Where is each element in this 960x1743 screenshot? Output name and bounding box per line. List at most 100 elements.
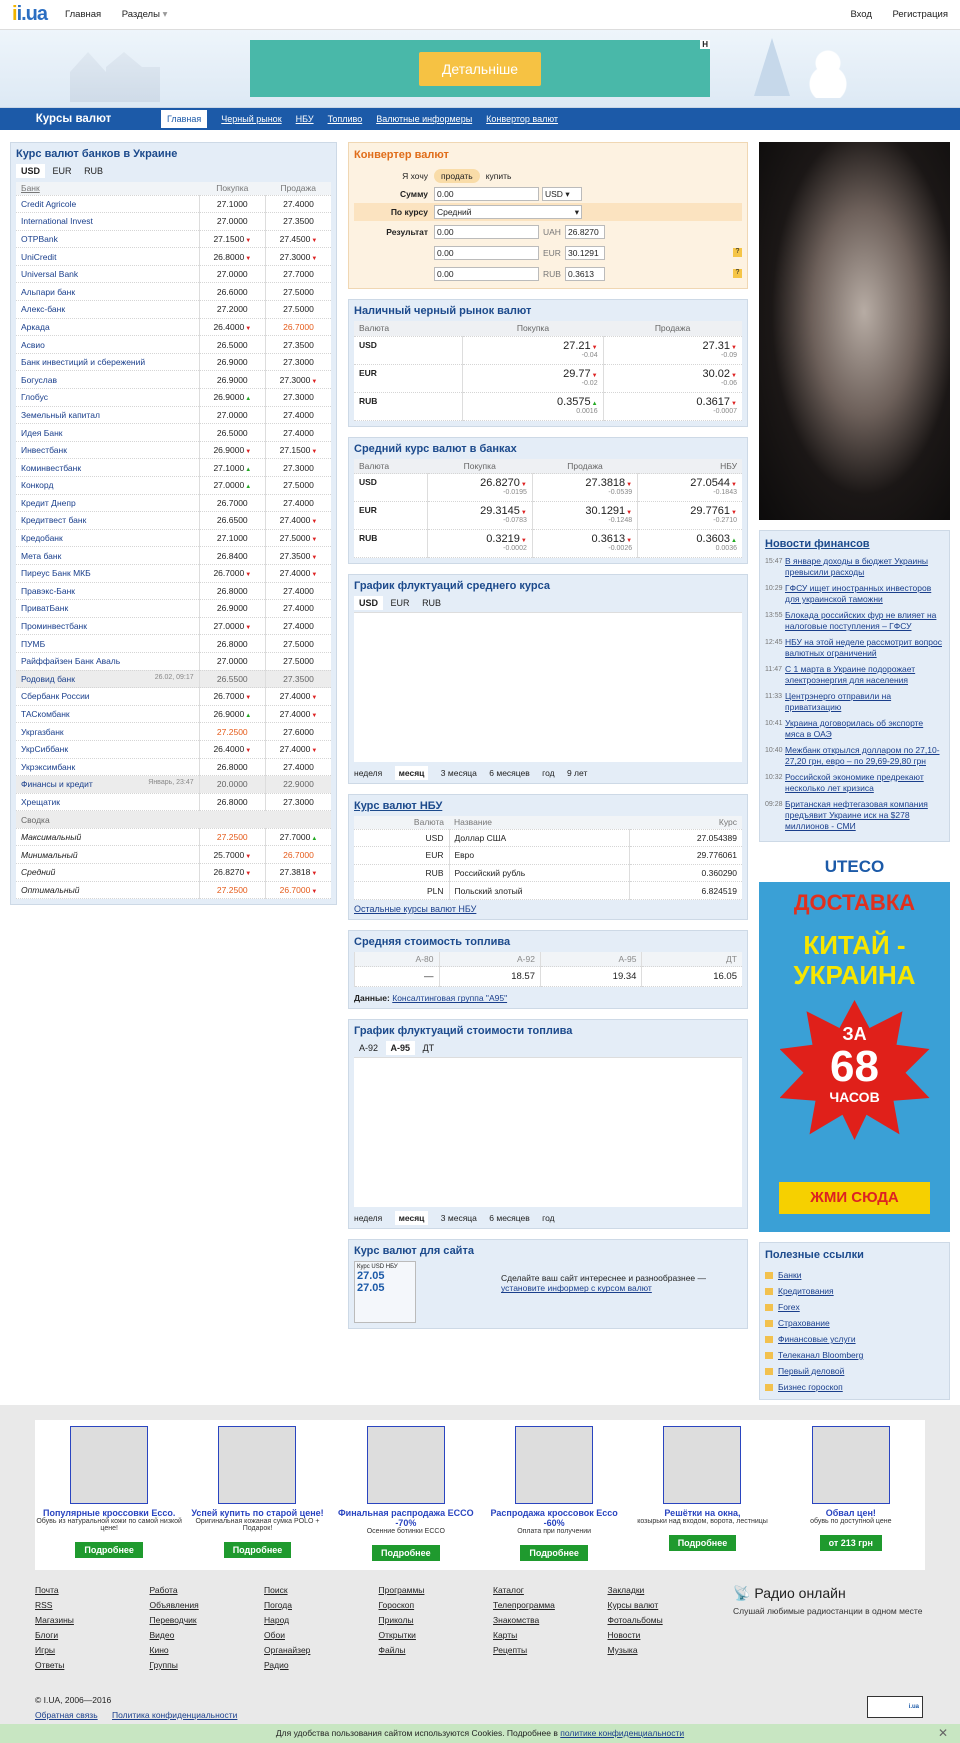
footer-link[interactable]: Ответы — [35, 1660, 64, 1670]
footer-link[interactable]: Файлы — [379, 1645, 406, 1655]
footer-link[interactable]: Гороскоп — [379, 1600, 415, 1610]
ad-image[interactable] — [515, 1426, 594, 1504]
bank-name[interactable]: УкрСиббанк — [16, 740, 200, 759]
period-3m[interactable]: 3 месяца — [441, 768, 477, 778]
period-6m[interactable]: 6 месяцев — [489, 768, 530, 778]
footer-link[interactable]: Новости — [608, 1630, 641, 1640]
bank-name[interactable]: Кредитвест банк — [16, 511, 200, 530]
bank-name[interactable]: Земельный капитал — [16, 406, 200, 425]
tab-fuel[interactable]: Топливо — [328, 114, 363, 124]
informer-preview[interactable]: Курс USD НБУ 27.05 27.05 — [354, 1261, 416, 1324]
bank-name[interactable]: Оптимальный — [16, 881, 200, 900]
period-week[interactable]: неделя — [354, 1213, 382, 1223]
bank-name[interactable]: Минимальный — [16, 845, 200, 865]
useful-link-text[interactable]: Первый деловой — [778, 1366, 844, 1376]
news-link[interactable]: Центрэнерго отправили на приватизацию — [785, 691, 944, 713]
bank-name[interactable]: Глобус — [16, 388, 200, 407]
fuel-source-link[interactable]: Консалтинговая группа "А95" — [392, 993, 507, 1003]
period-6m[interactable]: 6 месяцев — [489, 1213, 530, 1223]
privacy-link[interactable]: Политика конфиденциальности — [112, 1710, 237, 1720]
bank-name[interactable]: Коминвестбанк — [16, 458, 200, 477]
bank-name[interactable]: Аркада — [16, 318, 200, 337]
tab-main[interactable]: Главная — [161, 110, 208, 128]
bank-name[interactable]: Сбербанк России — [16, 687, 200, 706]
ad-item[interactable]: Финальная распродажа ECCO -70% Осенние бо… — [332, 1420, 480, 1570]
footer-link[interactable]: Приколы — [379, 1615, 414, 1625]
ad-headline[interactable]: Решётки на окна, — [628, 1508, 776, 1518]
result-value[interactable]: 0.00 — [434, 224, 539, 239]
period-week[interactable]: неделя — [354, 768, 382, 778]
nbu-title[interactable]: Курс валют НБУ — [354, 800, 742, 812]
bank-name[interactable]: Хрещатик — [16, 793, 200, 812]
converter-title[interactable]: Конвертер валют — [354, 149, 742, 161]
ad-item[interactable]: Успей купить по старой цене! Оригинальная… — [183, 1420, 331, 1570]
period-year[interactable]: год — [542, 1213, 554, 1223]
counter-badge[interactable]: i.ua — [867, 1696, 923, 1718]
login-link[interactable]: Вход — [850, 9, 872, 20]
graph-tab-usd[interactable]: USD — [354, 596, 384, 610]
informer-link[interactable]: установите информер с курсом валют — [501, 1283, 652, 1293]
footer-link[interactable]: Блоги — [35, 1630, 58, 1640]
footer-link[interactable]: RSS — [35, 1600, 52, 1610]
footer-link[interactable]: Группы — [150, 1660, 178, 1670]
currency-tab-eur[interactable]: EUR — [48, 164, 77, 178]
ad-image[interactable] — [366, 1426, 445, 1504]
bank-name[interactable]: Райффайзен Банк Аваль — [16, 652, 200, 671]
currency-select[interactable]: USD ▾ — [542, 187, 582, 201]
bank-name[interactable]: Максимальный — [16, 828, 200, 847]
bank-name[interactable]: Идея Банк — [16, 423, 200, 442]
ad-image[interactable] — [663, 1426, 742, 1504]
ad-item[interactable]: Решётки на окна, козырьки над входом, вор… — [628, 1420, 776, 1570]
fuel-tab-dt[interactable]: ДТ — [418, 1041, 440, 1055]
useful-link-text[interactable]: Forex — [778, 1302, 800, 1312]
footer-link[interactable]: Музыка — [608, 1645, 638, 1655]
bank-name[interactable]: Проминвестбанк — [16, 617, 200, 636]
news-link[interactable]: В январе доходы в бюджет Украины превыси… — [785, 556, 944, 578]
bank-name[interactable]: Укрэксимбанк — [16, 758, 200, 777]
ad-headline[interactable]: Популярные кроссовки Ecco. — [35, 1508, 183, 1518]
bank-name[interactable]: Пиреус Банк МКБ — [16, 564, 200, 583]
useful-link-text[interactable]: Страхование — [778, 1318, 830, 1328]
news-link[interactable]: Британская нефтегазовая компания предъяв… — [785, 799, 944, 832]
bank-name[interactable]: OTPBank — [16, 230, 200, 249]
radio-promo[interactable]: 📡 Радио онлайн Слушай любимые радиостанц… — [733, 1585, 933, 1616]
banner-ad[interactable]: Детальніше H — [250, 40, 710, 97]
col-bank[interactable]: Банк — [16, 182, 200, 196]
footer-link[interactable]: Видео — [150, 1630, 175, 1640]
tab-converter[interactable]: Конвертор валют — [486, 114, 558, 124]
bank-name[interactable]: Инвестбанк — [16, 441, 200, 460]
footer-link[interactable]: Телепрограмма — [493, 1600, 555, 1610]
footer-link[interactable]: Открытки — [379, 1630, 416, 1640]
footer-link[interactable]: Каталог — [493, 1585, 524, 1595]
useful-link-text[interactable]: Бизнес гороскоп — [778, 1382, 843, 1392]
banner-ad-button[interactable]: Детальніше — [419, 51, 541, 86]
ad-image[interactable] — [811, 1426, 890, 1504]
bank-name[interactable]: Асвио — [16, 335, 200, 354]
footer-link[interactable]: Переводчик — [150, 1615, 197, 1625]
period-3m[interactable]: 3 месяца — [441, 1213, 477, 1223]
tab-black-market[interactable]: Черный рынок — [221, 114, 281, 124]
footer-link[interactable]: Работа — [150, 1585, 178, 1595]
footer-link[interactable]: Погода — [264, 1600, 292, 1610]
nbu-more-link[interactable]: Остальные курсы валют НБУ — [354, 904, 476, 914]
help-icon[interactable]: ? — [733, 269, 742, 278]
sell-toggle[interactable]: продать — [434, 169, 480, 183]
news-link[interactable]: Российской экономике предрекают нескольк… — [785, 772, 944, 794]
tab-informers[interactable]: Валютные информеры — [376, 114, 472, 124]
buy-toggle[interactable]: купить — [486, 171, 512, 181]
news-title[interactable]: Новости финансов — [765, 538, 944, 550]
currency-tab-rub[interactable]: RUB — [79, 164, 108, 178]
footer-link[interactable]: Курсы валют — [608, 1600, 659, 1610]
help-icon[interactable]: ? — [733, 248, 742, 257]
graph-tab-eur[interactable]: EUR — [386, 596, 415, 610]
ad-button[interactable]: Подробнее — [520, 1545, 588, 1561]
bank-name[interactable]: Universal Bank — [16, 265, 200, 284]
fuel-tab-a92[interactable]: А-92 — [354, 1041, 383, 1055]
footer-link[interactable]: Почта — [35, 1585, 59, 1595]
ad-item[interactable]: Популярные кроссовки Ecco. Обувь из натур… — [35, 1420, 183, 1570]
footer-link[interactable]: Фотоальбомы — [608, 1615, 663, 1625]
fuel-tab-a95[interactable]: А-95 — [385, 1041, 416, 1056]
period-9y[interactable]: 9 лет — [567, 768, 587, 778]
footer-link[interactable]: Игры — [35, 1645, 55, 1655]
ad-button[interactable]: от 213 грн — [819, 1535, 882, 1551]
